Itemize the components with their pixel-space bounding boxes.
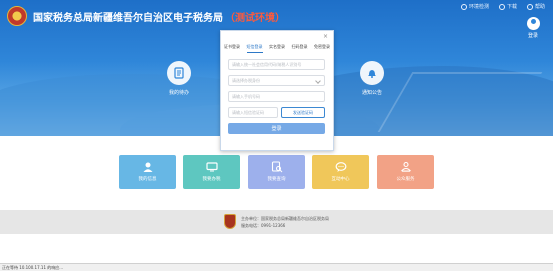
service-tile-my-info[interactable]: 我的信息	[119, 155, 176, 189]
service-tile-tax-handling[interactable]: 我要办税	[183, 155, 240, 189]
bell-icon	[360, 61, 384, 85]
footer-host: 主办单位：国家税务总局新疆维吾尔自治区税务局	[241, 216, 329, 221]
tax-badge-icon	[224, 214, 236, 229]
environment-tag: （测试环境）	[225, 13, 285, 24]
login-entry[interactable]: 登录	[522, 17, 544, 39]
tab-realname-login[interactable]: 实名登录	[269, 44, 285, 53]
notice-entry[interactable]: 通知公告	[352, 61, 392, 96]
service-label: 公众服务	[396, 177, 415, 182]
page: 国家税务总局新疆维吾尔自治区电子税务局 （测试环境） 环境检测 下载 帮助 登录 …	[0, 0, 553, 271]
footer-phone: 服务电话：0991-12366	[241, 223, 286, 228]
identity-select-label: 请选择办税身份	[232, 77, 260, 83]
tax-emblem-icon	[7, 6, 27, 26]
notice-label: 通知公告	[361, 90, 382, 96]
tab-scan-login[interactable]: 扫码登录	[292, 44, 308, 53]
user-icon	[142, 161, 154, 173]
monitor-icon	[460, 3, 467, 10]
service-label: 我的信息	[138, 177, 157, 182]
tab-passwordless-login[interactable]: 免密登录	[314, 44, 330, 53]
tab-sms-login[interactable]: 短信登录	[246, 44, 263, 53]
people-service-icon	[400, 161, 412, 173]
service-tile-public[interactable]: 公众服务	[377, 155, 434, 189]
service-label: 互动中心	[331, 177, 350, 182]
browser-status-bar: 正在等待 10.100.17.11 的响应...	[0, 263, 553, 271]
status-text: 正在等待 10.100.17.11 的响应...	[2, 265, 64, 270]
env-check-link[interactable]: 环境检测	[460, 3, 489, 10]
phone-input[interactable]: 请输入手机号码	[228, 91, 325, 102]
help-link[interactable]: 帮助	[526, 3, 545, 10]
my-todo-entry[interactable]: 我的待办	[159, 61, 199, 96]
help-icon	[526, 3, 533, 10]
tab-certificate-login[interactable]: 证书登录	[224, 44, 240, 53]
login-label: 登录	[527, 33, 538, 39]
site-title: 国家税务总局新疆维吾尔自治区电子税务局 （测试环境）	[33, 13, 285, 24]
chevron-down-icon	[315, 78, 321, 84]
top-bar: 国家税务总局新疆维吾尔自治区电子税务局 （测试环境） 环境检测 下载 帮助 登录	[0, 0, 553, 39]
computer-icon	[205, 161, 218, 173]
my-todo-label: 我的待办	[168, 90, 189, 96]
top-links: 环境检测 下载 帮助	[460, 3, 545, 10]
login-dialog: × 证书登录 短信登录 实名登录 扫码登录 免密登录 请输入统一社会信用代码/纳…	[220, 30, 334, 151]
download-icon	[498, 3, 505, 10]
taxpayer-id-input[interactable]: 请输入统一社会信用代码/纳税人识别号	[228, 59, 325, 70]
download-link[interactable]: 下载	[498, 3, 517, 10]
sms-code-input[interactable]: 请输入短信验证码	[228, 107, 278, 118]
service-tile-query[interactable]: 我要查询	[248, 155, 305, 189]
service-label: 我要查询	[267, 177, 286, 182]
user-avatar-icon	[526, 17, 540, 30]
service-label: 我要办税	[202, 177, 221, 182]
close-icon[interactable]: ×	[323, 34, 328, 40]
login-button[interactable]: 登录	[228, 123, 325, 134]
chat-icon	[335, 161, 347, 173]
send-code-button[interactable]: 发送验证码	[281, 107, 325, 118]
service-tile-interaction[interactable]: 互动中心	[312, 155, 369, 189]
login-tabs: 证书登录 短信登录 实名登录 扫码登录 免密登录	[224, 44, 330, 53]
todo-list-icon	[167, 61, 191, 85]
identity-select[interactable]: 请选择办税身份	[228, 75, 325, 86]
footer: 主办单位：国家税务总局新疆维吾尔自治区税务局 服务电话：0991-12366	[0, 210, 553, 234]
search-doc-icon	[271, 161, 283, 173]
